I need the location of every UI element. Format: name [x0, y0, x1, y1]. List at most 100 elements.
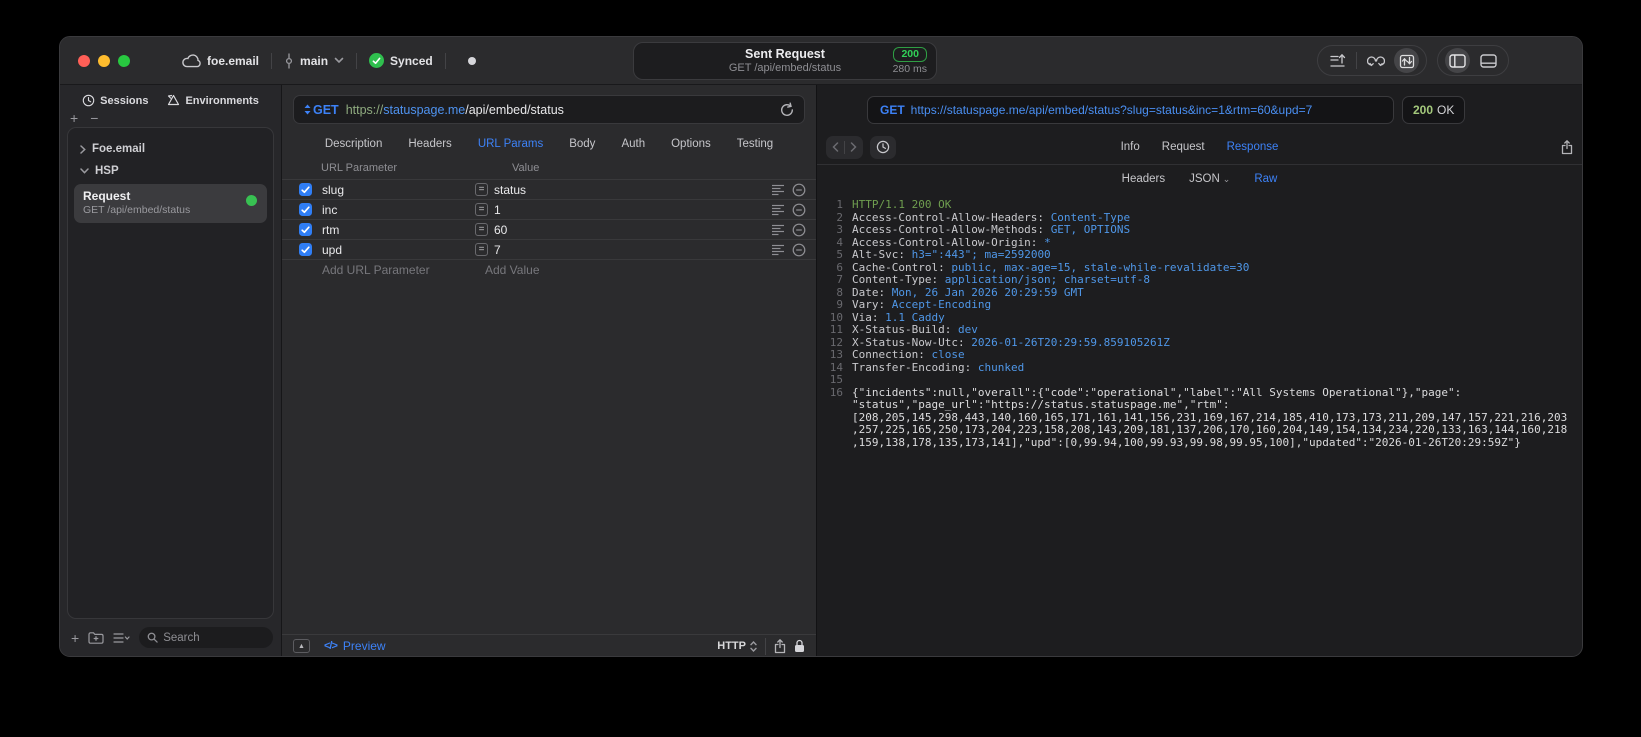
- collapse-panel-button[interactable]: ▲: [293, 639, 310, 653]
- response-status-badge: 200 OK: [1402, 96, 1466, 124]
- new-folder-button[interactable]: [88, 631, 104, 644]
- add-session-button[interactable]: +: [70, 111, 78, 125]
- format-selector[interactable]: HTTP: [717, 640, 757, 652]
- preview-button[interactable]: </> Preview: [324, 639, 386, 653]
- subtab-raw[interactable]: Raw: [1254, 173, 1277, 185]
- tree-item-label: HSP: [95, 165, 119, 177]
- traffic-lights: [78, 54, 130, 67]
- share-icon[interactable]: [774, 638, 786, 654]
- url-path: /api/embed/status: [465, 102, 564, 117]
- send-request-button[interactable]: [1394, 48, 1419, 73]
- tree-item-hsp[interactable]: HSP: [74, 160, 267, 182]
- sync-status: Synced: [390, 53, 433, 68]
- tab-environments[interactable]: Environments: [166, 94, 259, 107]
- tab-sessions[interactable]: Sessions: [82, 94, 148, 107]
- remove-param-button[interactable]: [792, 183, 806, 197]
- remove-param-button[interactable]: [792, 223, 806, 237]
- summary-title: Sent Request: [745, 47, 825, 61]
- param-checkbox[interactable]: [299, 243, 312, 256]
- request-footer-bar: ▲ </> Preview HTTP: [282, 634, 816, 656]
- param-value-input[interactable]: status: [494, 183, 771, 197]
- remove-param-button[interactable]: [792, 203, 806, 217]
- tab-testing[interactable]: Testing: [737, 138, 773, 150]
- response-nav-bar: Info Request Response: [817, 130, 1582, 165]
- param-value-input[interactable]: 60: [494, 223, 771, 237]
- line-number: 15: [829, 373, 843, 386]
- add-param-row[interactable]: Add URL Parameter Add Value: [282, 259, 816, 279]
- format-label: HTTP: [717, 640, 746, 652]
- divider: [444, 52, 446, 69]
- sync-check-icon: [369, 53, 385, 68]
- search-placeholder: Search: [163, 631, 200, 644]
- tab-options[interactable]: Options: [671, 138, 711, 150]
- tab-description[interactable]: Description: [325, 138, 383, 150]
- response-line-text: {"incidents":​null,"overall":​{"code":​"…: [852, 385, 1568, 449]
- param-value-input[interactable]: 7: [494, 243, 771, 257]
- param-checkbox[interactable]: [299, 223, 312, 236]
- tab-label: Environments: [185, 94, 259, 107]
- tab-auth[interactable]: Auth: [621, 138, 645, 150]
- zoom-button[interactable]: [118, 54, 130, 67]
- tab-body[interactable]: Body: [569, 138, 595, 150]
- request-item[interactable]: Request GET /api/embed/status: [74, 184, 267, 223]
- sync-branches-button[interactable]: [1363, 48, 1388, 73]
- param-name-input[interactable]: inc: [322, 203, 475, 217]
- reorder-handle-icon[interactable]: [771, 244, 785, 256]
- toggle-sidebar-button[interactable]: [1445, 48, 1470, 73]
- column-header: URL Parameter: [321, 162, 398, 174]
- branch-name[interactable]: main: [300, 54, 328, 68]
- export-list-button[interactable]: [1325, 48, 1350, 73]
- project-name[interactable]: foe.email: [207, 54, 259, 68]
- reorder-handle-icon[interactable]: [771, 204, 785, 216]
- line-number: 5: [836, 248, 843, 261]
- clock-icon: [82, 94, 95, 107]
- subtab-json[interactable]: JSON ⌄: [1189, 173, 1230, 185]
- minimize-button[interactable]: [98, 54, 110, 67]
- param-name-input[interactable]: upd: [322, 243, 475, 257]
- subtab-headers[interactable]: Headers: [1122, 173, 1165, 185]
- close-button[interactable]: [78, 54, 90, 67]
- add-request-button[interactable]: +: [71, 630, 79, 646]
- tab-headers[interactable]: Headers: [408, 138, 451, 150]
- request-summary-pill[interactable]: Sent Request GET /api/embed/status 200 2…: [633, 42, 937, 80]
- param-checkbox[interactable]: [299, 203, 312, 216]
- equals-icon: =: [475, 183, 488, 196]
- params-table-header: URL Parameter Value: [282, 160, 816, 179]
- response-tabs: Info Request Response: [817, 141, 1582, 153]
- search-input[interactable]: Search: [139, 627, 273, 648]
- tree-item-foe-email[interactable]: Foe.email: [74, 138, 267, 160]
- divider: [271, 52, 273, 69]
- reorder-handle-icon[interactable]: [771, 184, 785, 196]
- response-line: 15: [827, 373, 1570, 387]
- status-dot: [246, 195, 257, 206]
- remove-session-button[interactable]: −: [90, 111, 98, 125]
- chevron-down-icon[interactable]: [334, 57, 344, 64]
- add-param-value[interactable]: Add Value: [485, 263, 540, 277]
- method-selector[interactable]: GET: [304, 103, 339, 117]
- line-number: 3: [836, 223, 843, 236]
- tab-request[interactable]: Request: [1162, 141, 1205, 153]
- resend-icon[interactable]: [780, 102, 794, 117]
- remove-param-button[interactable]: [792, 243, 806, 257]
- toggle-bottom-panel-button[interactable]: [1476, 48, 1501, 73]
- sent-request-url[interactable]: GET https://statuspage.me/api/embed/stat…: [867, 96, 1394, 124]
- response-panel: GET https://statuspage.me/api/embed/stat…: [817, 85, 1582, 656]
- response-line: 14 Transfer-Encoding: chunked: [827, 361, 1570, 375]
- url-host: statuspage.me: [383, 102, 466, 117]
- request-url-bar[interactable]: GET https://statuspage.me/api/embed/stat…: [293, 95, 805, 124]
- chevron-down-icon: ⌄: [1222, 173, 1231, 184]
- param-checkbox[interactable]: [299, 183, 312, 196]
- param-row: inc = 1: [282, 199, 816, 219]
- param-name-input[interactable]: slug: [322, 183, 475, 197]
- tab-url-params[interactable]: URL Params: [478, 138, 543, 150]
- display-options-button[interactable]: [113, 632, 130, 644]
- reorder-handle-icon[interactable]: [771, 224, 785, 236]
- param-value-input[interactable]: 1: [494, 203, 771, 217]
- method-label: GET: [313, 102, 339, 117]
- add-param-name[interactable]: Add URL Parameter: [322, 263, 485, 277]
- divider: [356, 52, 358, 69]
- tab-info[interactable]: Info: [1121, 141, 1140, 153]
- param-name-input[interactable]: rtm: [322, 223, 475, 237]
- tab-response[interactable]: Response: [1227, 141, 1279, 153]
- equals-icon: =: [475, 243, 488, 256]
